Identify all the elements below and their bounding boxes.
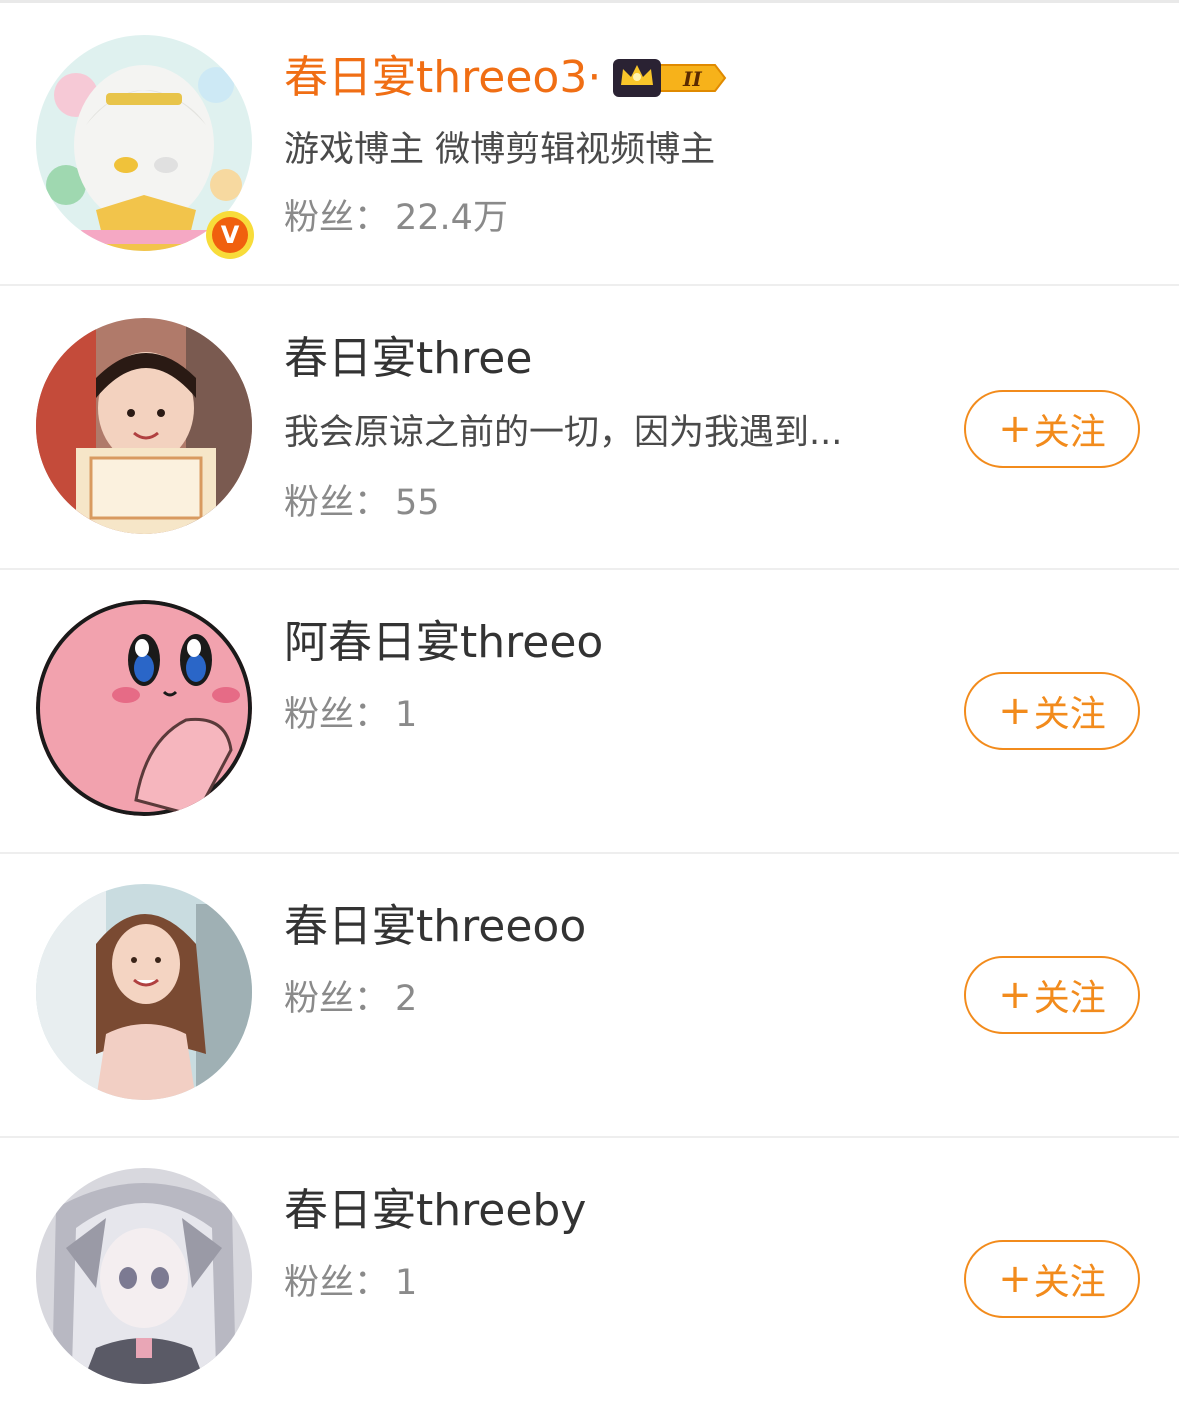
fans-value: 1 [395,1263,418,1303]
user-row[interactable]: V 春日宴threeo3· II 游戏博主 微博剪辑视频博主 粉丝： 22.4万 [0,3,1179,286]
user-name[interactable]: 春日宴threeby [284,1182,929,1240]
fans-value: 55 [395,483,440,523]
member-crown-icon: II [611,55,727,101]
avatar-image [36,600,252,816]
user-description: 游戏博主 微博剪辑视频博主 [284,130,716,170]
follow-label: 关注 [1033,1262,1106,1303]
fans-count: 粉丝： 22.4万 [284,193,1139,243]
fans-value: 2 [395,979,418,1019]
user-info: 春日宴three 我会原谅之前的一切，因为我遇到... 粉丝： 55 [284,330,929,528]
user-row[interactable]: 阿春日宴threeo 粉丝： 1 + 关注 [0,570,1179,854]
follow-label: 关注 [1033,412,1106,453]
user-name[interactable]: 春日宴threeoo [284,898,929,956]
fans-count: 粉丝： 55 [284,478,929,528]
user-info: 春日宴threeoo 粉丝： 2 [284,898,929,1024]
user-row[interactable]: 春日宴threeoo 粉丝： 2 + 关注 [0,854,1179,1138]
fans-label: 粉丝： [284,198,390,238]
user-description: 我会原谅之前的一切，因为我遇到... [284,413,843,453]
follow-label: 关注 [1033,694,1106,735]
fans-label: 粉丝： [284,483,390,523]
follow-button[interactable]: + 关注 [964,672,1140,750]
user-name[interactable]: 阿春日宴threeo [284,614,929,672]
fans-label: 粉丝： [284,695,390,735]
user-name[interactable]: 春日宴three [284,330,929,388]
plus-icon: + [998,406,1032,452]
user-search-results: V 春日宴threeo3· II 游戏博主 微博剪辑视频博主 粉丝：22.4万 [0,3,1179,1414]
avatar[interactable] [36,1168,252,1384]
user-name[interactable]: 春日宴threeo3· II [284,49,1139,107]
user-info: 阿春日宴threeo 粉丝： 1 [284,614,929,740]
user-info: 春日宴threeby 粉丝： 1 [284,1182,929,1308]
plus-icon: + [998,688,1032,734]
avatar[interactable] [36,600,252,816]
user-name-text: 春日宴threeo3· [284,52,602,103]
user-row[interactable]: 春日宴three 我会原谅之前的一切，因为我遇到... 粉丝： 55 + 关注 [0,286,1179,570]
fans-value: 1 [395,695,418,735]
fans-value: 22.4万 [395,198,508,238]
fans-label: 粉丝： [284,979,390,1019]
avatar-image [36,318,252,534]
fans-count: 粉丝： 2 [284,974,929,1024]
follow-button[interactable]: + 关注 [964,956,1140,1034]
follow-button[interactable]: + 关注 [964,390,1140,468]
avatar-image [36,1168,252,1384]
fans-count: 粉丝： 1 [284,1258,929,1308]
svg-text:II: II [682,67,702,91]
follow-button[interactable]: + 关注 [964,1240,1140,1318]
avatar[interactable] [36,318,252,534]
verified-badge-icon: V [206,211,254,259]
avatar-image [36,884,252,1100]
user-row[interactable]: 春日宴threeby 粉丝： 1 + 关注 [0,1138,1179,1414]
plus-icon: + [998,972,1032,1018]
fans-label: 粉丝： [284,1263,390,1303]
avatar[interactable] [36,884,252,1100]
fans-count: 粉丝： 1 [284,690,929,740]
user-info: 春日宴threeo3· II 游戏博主 微博剪辑视频博主 粉丝： 22.4万 [284,49,1139,243]
plus-icon: + [998,1256,1032,1302]
follow-label: 关注 [1033,978,1106,1019]
